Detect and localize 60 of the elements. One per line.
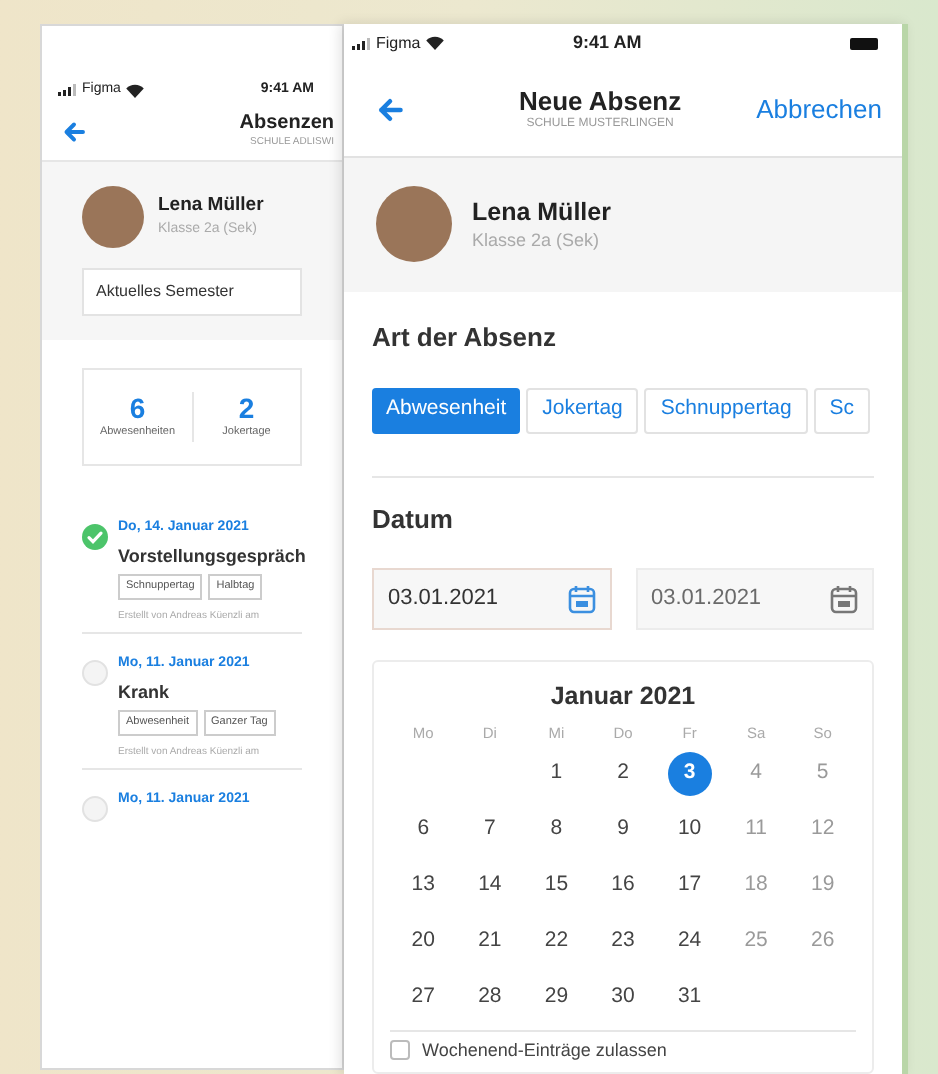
semester-select[interactable]: Aktuelles Semester — [82, 268, 302, 316]
calendar-day[interactable]: 28 — [467, 975, 512, 1019]
calendar-day[interactable]: 22 — [534, 919, 579, 963]
calendar-day[interactable]: 15 — [534, 863, 579, 907]
status-time: 9:41 AM — [573, 30, 642, 57]
screen-title: Neue Absenz — [518, 85, 682, 116]
calendar-day[interactable]: 20 — [401, 919, 446, 963]
calendar-day[interactable]: 21 — [467, 919, 512, 963]
calendar-day[interactable]: 14 — [467, 863, 512, 907]
carrier-label: Figma — [376, 31, 421, 56]
calendar-day[interactable]: 7 — [467, 807, 512, 851]
checkbox[interactable] — [390, 1040, 410, 1061]
calendar-title: Januar 2021 — [550, 679, 696, 713]
date-field[interactable]: 03.01.2021 — [635, 567, 874, 629]
calendar-icon — [567, 583, 595, 613]
absence-type-chip[interactable]: Abwesenheit — [372, 387, 521, 433]
calendar-day[interactable]: 16 — [600, 863, 645, 907]
avatar — [82, 186, 144, 248]
calendar-day[interactable]: 23 — [600, 919, 645, 963]
section-heading: Datum — [372, 503, 453, 533]
calendar-day[interactable]: 27 — [401, 975, 446, 1019]
absence-type-chip[interactable]: Sc — [813, 387, 871, 433]
calendar-day[interactable]: 24 — [667, 919, 712, 963]
calendar-day[interactable]: 17 — [667, 863, 712, 907]
calendar-day[interactable]: 6 — [401, 807, 446, 851]
cancel-button[interactable]: Abbrechen — [756, 90, 882, 130]
signal-icon — [58, 84, 76, 96]
entry-title: Krank — [118, 681, 172, 701]
calendar-icon — [830, 583, 858, 613]
wifi-icon — [126, 83, 145, 97]
back-arrow-icon — [376, 95, 404, 124]
calendar-day[interactable]: 9 — [600, 807, 645, 851]
avatar — [376, 186, 452, 263]
calendar-day[interactable]: 10 — [667, 807, 712, 851]
calendar-day[interactable]: 31 — [667, 975, 712, 1019]
entry-title: Vorstellungsgespräch — [118, 545, 302, 565]
calendar-day[interactable]: 8 — [534, 807, 579, 851]
student-class: Klasse 2a (Sek) — [472, 227, 602, 254]
back-button[interactable] — [62, 119, 86, 143]
back-button[interactable] — [376, 95, 404, 124]
checkbox-label: Wochenend-Einträge zulassen — [422, 1037, 667, 1064]
section-heading: Art der Absenz — [372, 321, 556, 352]
date-field[interactable]: 03.01.2021 — [372, 567, 611, 629]
wifi-icon — [426, 36, 445, 51]
calendar-day[interactable]: 1 — [534, 751, 579, 795]
calendar-day[interactable]: 3 — [667, 751, 712, 795]
absence-type-chip[interactable]: Jokertag — [526, 387, 639, 433]
back-arrow-icon — [62, 119, 86, 143]
stat-value: 6 — [129, 392, 146, 425]
signal-icon — [352, 37, 370, 50]
calendar-day[interactable]: 30 — [600, 975, 645, 1019]
student-name: Lena Müller — [472, 195, 611, 228]
screen-title: Absenzen — [239, 112, 334, 136]
calendar-day[interactable]: 29 — [534, 975, 579, 1019]
battery-icon — [849, 37, 878, 50]
calendar-day[interactable]: 13 — [401, 863, 446, 907]
calendar-day[interactable]: 2 — [600, 751, 645, 795]
absence-type-chip[interactable]: Schnuppertag — [644, 387, 808, 433]
stat-value: 2 — [238, 392, 255, 425]
student-name: Lena Müller — [158, 192, 264, 221]
